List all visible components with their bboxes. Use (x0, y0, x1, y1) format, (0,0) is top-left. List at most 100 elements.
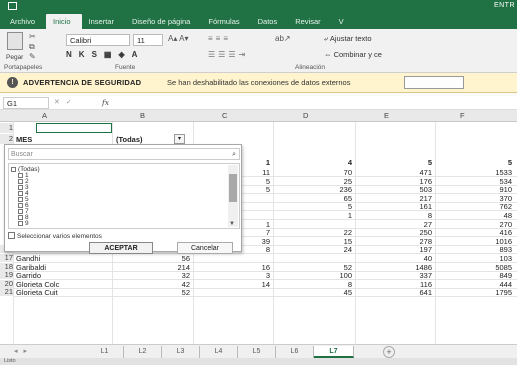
underline-button[interactable]: S (92, 50, 104, 59)
tab-insertar[interactable]: Insertar (82, 17, 125, 29)
ok-button[interactable]: ACEPTAR (89, 242, 153, 254)
wrap-text-button[interactable]: ⤶ Ajustar texto (324, 34, 372, 44)
align-left-icon[interactable]: ☰ (208, 50, 218, 59)
data-cell[interactable]: 14 (230, 280, 270, 289)
scrollbar-thumb[interactable] (229, 174, 237, 202)
format-painter-icon[interactable]: ✎ (29, 52, 36, 62)
column-header-f[interactable]: F (460, 111, 465, 120)
sheet-tab-l5[interactable]: L5 (238, 346, 276, 358)
list-scrollbar[interactable]: ▼ (228, 165, 238, 227)
column-header-e[interactable]: E (384, 111, 389, 120)
sheet-tab-l6[interactable]: L6 (276, 346, 314, 358)
checkbox[interactable] (18, 221, 23, 226)
data-cell[interactable]: 641 (392, 288, 432, 297)
multi-select-option[interactable]: Seleccionar varios elementos (8, 232, 102, 240)
sheet-tab-l4[interactable]: L4 (200, 346, 238, 358)
column-divider (435, 122, 436, 353)
merge-center-button[interactable]: ⇔ Combinar y ce (324, 50, 382, 59)
filter-item[interactable]: 9 (18, 220, 29, 227)
paste-icon[interactable] (7, 32, 23, 50)
paste-button-label[interactable]: Pegar (6, 54, 23, 61)
name-box[interactable]: G1 (3, 97, 49, 109)
column-header-c[interactable]: C (222, 111, 227, 120)
row-header[interactable]: 19 (0, 271, 13, 280)
sheet-tab-bar: ◂▸ L1 L2 L3 L4 L5 L6 L7 + (0, 344, 517, 358)
pivot-column-header: 5 (427, 158, 432, 167)
font-color-icon[interactable]: A (132, 50, 145, 59)
filter-dropdown-button[interactable]: ▾ (174, 134, 185, 144)
formula-bar: G1 ✕✓ fx (0, 96, 517, 110)
filter-item-list[interactable]: (Todas) 1 2 3 4 5 6 7 8 9 ▼ (8, 163, 240, 229)
filter-item-label: 9 (25, 220, 29, 227)
data-cell[interactable]: 24 (312, 245, 352, 254)
save-icon[interactable] (8, 2, 17, 10)
align-top-icon[interactable]: ≡ (208, 34, 216, 43)
insert-function-icon[interactable]: fx (102, 97, 109, 109)
add-sheet-icon[interactable]: + (383, 346, 395, 358)
column-divider (355, 122, 356, 353)
row-header[interactable]: 17 (0, 254, 13, 262)
shrink-font-icon[interactable]: A▾ (179, 34, 188, 43)
tab-revisar[interactable]: Revisar (288, 17, 331, 29)
column-header-a[interactable]: A (42, 111, 47, 120)
font-group-label: Fuente (115, 64, 136, 71)
cut-icon[interactable]: ✂ (29, 32, 36, 42)
sheet-nav-arrows[interactable]: ◂▸ (14, 347, 33, 355)
row-header[interactable]: 1 (0, 123, 13, 133)
row-header[interactable]: 2 (0, 134, 13, 144)
fill-color-icon[interactable]: ◈ (118, 50, 131, 59)
data-cell[interactable]: 52 (150, 288, 190, 297)
indent-icon[interactable]: ⇥ (239, 50, 249, 59)
align-center-icon[interactable]: ☰ (218, 50, 228, 59)
sheet-tab-l3[interactable]: L3 (162, 346, 200, 358)
tab-datos[interactable]: Datos (251, 17, 289, 29)
font-grow-shrink: A▴ A▾ (168, 34, 189, 43)
pivot-filter-label: MES (16, 135, 33, 144)
filter-dropdown-panel: Buscar ⌕ (Todas) 1 2 3 4 5 6 7 8 9 ▼ Sel… (4, 144, 242, 254)
sheet-tab-l7[interactable]: L7 (314, 346, 354, 358)
data-cell[interactable]: 45 (312, 288, 352, 297)
cancel-icon[interactable]: ✕ (54, 99, 66, 106)
enter-icon[interactable]: ✓ (66, 99, 78, 106)
merge-center-label: Combinar y ce (333, 50, 382, 59)
search-icon: ⌕ (232, 151, 236, 158)
chevron-down-icon[interactable]: ▼ (229, 221, 235, 227)
column-header-d[interactable]: D (303, 111, 308, 120)
security-warning-bar: ! ADVERTENCIA DE SEGURIDAD Se han deshab… (0, 73, 517, 93)
pivot-filter-value[interactable]: (Todas) (116, 135, 143, 144)
sheet-tab-l2[interactable]: L2 (124, 346, 162, 358)
clipboard-tools: ✂ ⧉ ✎ (29, 32, 36, 62)
bold-button[interactable]: N (66, 50, 79, 59)
column-header-b[interactable]: B (140, 111, 145, 120)
checkbox[interactable] (11, 167, 16, 172)
tab-diseno-pagina[interactable]: Diseño de página (125, 17, 201, 29)
font-format-row: NKS▦◈A (66, 50, 144, 59)
grow-font-icon[interactable]: A▴ (168, 34, 177, 43)
title-bar: ENTR (0, 0, 517, 13)
font-name-select[interactable]: Calibri (66, 34, 130, 46)
checkbox[interactable] (8, 232, 15, 239)
data-cell[interactable]: 1795 (472, 288, 512, 297)
row-label-cell[interactable]: Glorieta Cuit (16, 288, 58, 297)
copy-icon[interactable]: ⧉ (29, 42, 36, 52)
tab-vista[interactable]: V (332, 17, 355, 29)
search-placeholder: Buscar (11, 151, 33, 158)
tab-archivo[interactable]: Archivo (3, 17, 46, 29)
sheet-tab-l1[interactable]: L1 (86, 346, 124, 358)
font-size-select[interactable]: 11 (133, 34, 163, 46)
pivot-column-header: 5 (507, 158, 512, 167)
data-cell[interactable]: 1 (312, 211, 352, 220)
enable-content-button[interactable] (404, 76, 464, 89)
row-header[interactable]: 21 (0, 288, 13, 297)
orientation-icon[interactable]: ab↗ (275, 34, 291, 43)
cancel-button[interactable]: Cancelar (177, 242, 233, 254)
align-bottom-icon[interactable]: ≡ (223, 34, 231, 43)
tab-formulas[interactable]: Fórmulas (201, 17, 250, 29)
filter-search-input[interactable]: Buscar ⌕ (8, 148, 240, 160)
borders-icon[interactable]: ▦ (104, 50, 119, 59)
italic-button[interactable]: K (79, 50, 92, 59)
align-right-icon[interactable]: ☰ (228, 50, 238, 59)
active-cell[interactable] (36, 123, 112, 133)
pivot-column-header: 4 (347, 158, 352, 167)
tab-inicio[interactable]: Inicio (46, 14, 82, 29)
